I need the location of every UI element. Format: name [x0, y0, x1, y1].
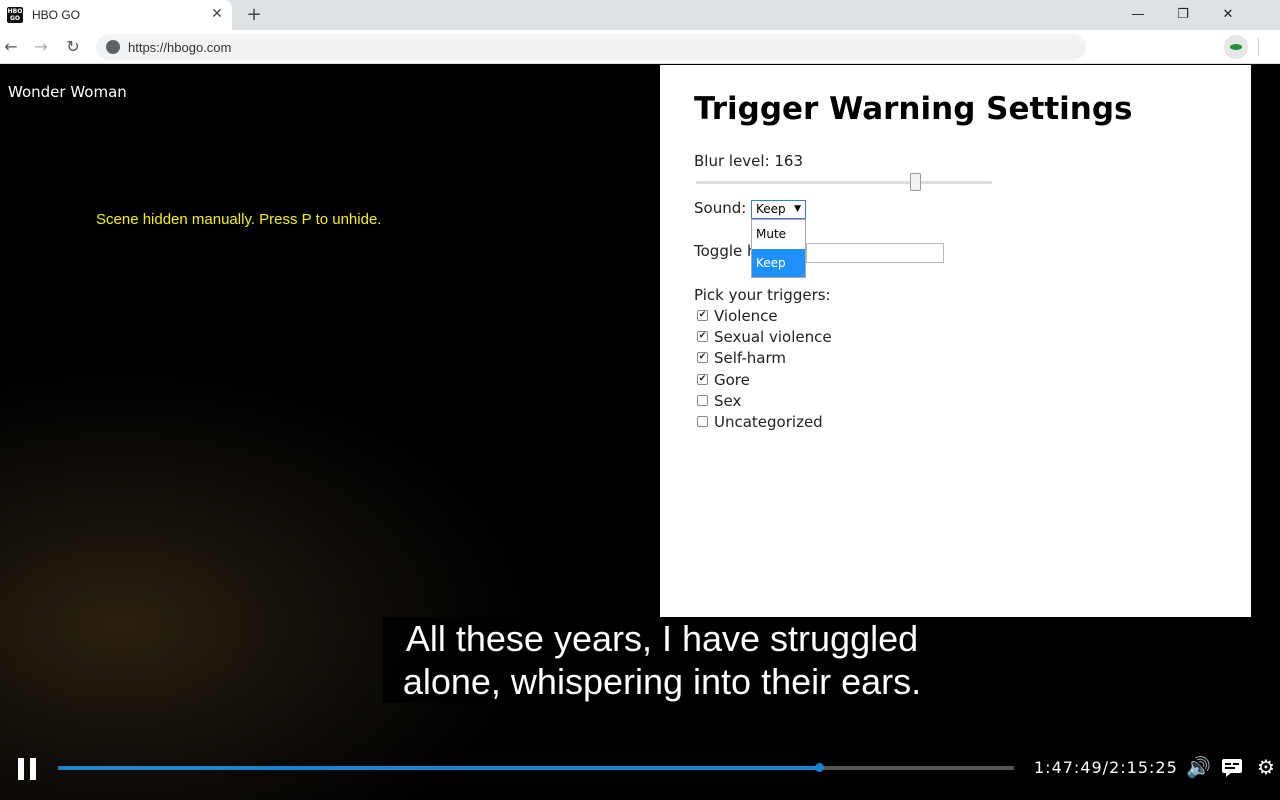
- toolbar-divider: [1258, 38, 1259, 56]
- minimize-icon[interactable]: —: [1115, 0, 1161, 30]
- panel-title: Trigger Warning Settings: [694, 91, 1133, 127]
- toggle-hide-label: Toggle h: [694, 242, 757, 260]
- pause-icon[interactable]: [16, 758, 38, 780]
- progress-handle[interactable]: [815, 763, 824, 772]
- trigger-label[interactable]: Sex: [714, 392, 741, 410]
- browser-toolbar: ← → ↻ https://hbogo.com: [0, 30, 1280, 64]
- trigger-label[interactable]: Sexual violence: [714, 328, 832, 346]
- trigger-checkbox[interactable]: ✔: [697, 310, 708, 321]
- time-display: 1:47:49/2:15:25: [1034, 758, 1178, 777]
- sound-option-keep[interactable]: Keep: [752, 249, 805, 277]
- trigger-warning-settings-panel: Trigger Warning Settings Blur level: 163…: [660, 65, 1251, 617]
- forward-arrow-icon[interactable]: →: [30, 36, 52, 58]
- sound-select-value: Keep: [756, 202, 786, 216]
- player-controls: 1:47:49/2:15:25 🔊 ⚙: [0, 748, 1280, 800]
- site-info-icon[interactable]: [106, 40, 120, 54]
- tab-strip: HBO GO HBO GO ✕ + — ❐ ✕: [0, 0, 1280, 30]
- progress-bar[interactable]: [58, 763, 1014, 772]
- subtitle-line-1: All these years, I have struggled: [405, 618, 919, 659]
- new-tab-button[interactable]: +: [244, 4, 264, 26]
- progress-fill: [58, 766, 819, 770]
- sound-dropdown: Mute Keep: [751, 219, 806, 278]
- subtitle-line-2: alone, whispering into their ears.: [402, 661, 922, 702]
- back-arrow-icon[interactable]: ←: [0, 36, 22, 58]
- reload-icon[interactable]: ↻: [62, 36, 84, 58]
- gear-icon[interactable]: ⚙: [1255, 756, 1277, 778]
- trigger-checkbox[interactable]: [697, 394, 708, 406]
- trigger-checkbox[interactable]: ✔: [697, 331, 708, 343]
- trigger-checkbox[interactable]: ✔: [697, 352, 708, 364]
- trigger-label[interactable]: Self-harm: [714, 349, 786, 367]
- tab-title: HBO GO: [32, 8, 81, 22]
- sound-select[interactable]: Keep ▼: [751, 200, 806, 219]
- captions-icon[interactable]: [1221, 756, 1243, 778]
- sound-label: Sound:: [694, 199, 747, 217]
- window-close-icon[interactable]: ✕: [1205, 0, 1251, 30]
- restore-icon[interactable]: ❐: [1160, 0, 1206, 30]
- tab-close-icon[interactable]: ✕: [209, 6, 225, 22]
- trigger-checkbox[interactable]: ✔: [697, 373, 708, 385]
- hbo-favicon-icon: HBO GO: [7, 7, 23, 23]
- toggle-hide-input[interactable]: [806, 243, 944, 263]
- trigger-checkbox[interactable]: [697, 415, 708, 427]
- blur-slider[interactable]: [696, 181, 992, 184]
- sound-option-mute[interactable]: Mute: [752, 220, 805, 248]
- video-title: Wonder Woman: [8, 83, 127, 101]
- url-text[interactable]: https://hbogo.com: [128, 40, 231, 55]
- blur-slider-thumb[interactable]: [910, 173, 921, 191]
- chevron-down-icon: ▼: [794, 204, 801, 214]
- triggers-label: Pick your triggers:: [694, 286, 831, 304]
- subtitles: All these years, I have struggled alone,…: [383, 617, 941, 703]
- volume-icon[interactable]: 🔊: [1186, 756, 1211, 778]
- trigger-label[interactable]: Uncategorized: [714, 413, 823, 431]
- scene-hidden-message: Scene hidden manually. Press P to unhide…: [96, 211, 382, 228]
- trigger-label[interactable]: Violence: [714, 307, 778, 325]
- address-bar[interactable]: https://hbogo.com: [96, 34, 1086, 60]
- blur-level-label: Blur level: 163: [694, 152, 804, 170]
- trigger-label[interactable]: Gore: [714, 371, 750, 389]
- extension-icon[interactable]: [1224, 35, 1248, 59]
- tab-hbo-go[interactable]: HBO GO HBO GO ✕: [0, 0, 232, 30]
